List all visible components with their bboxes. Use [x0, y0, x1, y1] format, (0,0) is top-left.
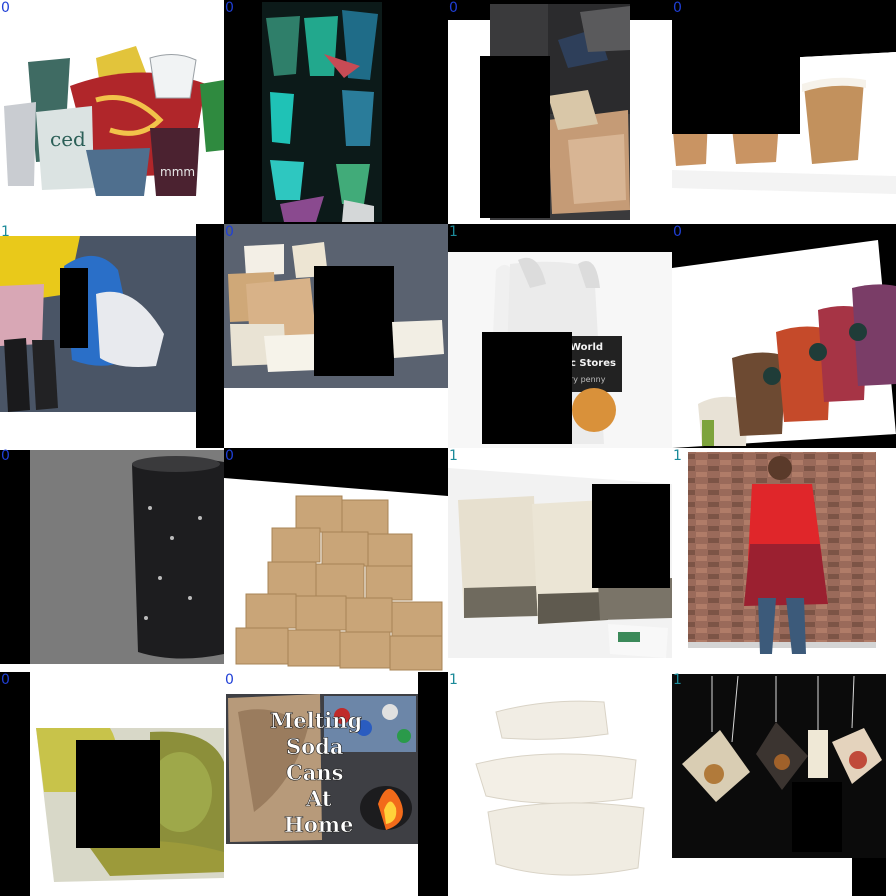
tile-tea-bags: 1 [448, 448, 672, 672]
tile-image [672, 448, 896, 672]
tile-image: Melting Soda Cans At Home [224, 672, 448, 896]
sign-line-1: World [570, 342, 603, 353]
tile-label: 0 [225, 224, 234, 240]
tile-label: 0 [673, 224, 682, 240]
tile-label: 1 [673, 672, 682, 688]
tile-label: 1 [1, 224, 10, 240]
image-grid: 0 ced mmm 0 0 0 1 0 1 World c Stores ry … [0, 0, 896, 896]
tile-label: 1 [673, 448, 682, 464]
thumb-line-1: Melting [270, 708, 363, 733]
tile-image [672, 224, 896, 448]
tile-image: World c Stores ry penny [448, 224, 672, 448]
tile-label: 0 [1, 0, 10, 16]
tile-hanging-tea-bags: 1 [672, 672, 896, 896]
tile-image [448, 448, 672, 672]
tile-pickles: 0 [0, 672, 224, 896]
tile-label: 0 [1, 672, 10, 688]
tile-image [224, 0, 448, 224]
thumb-line-3: Cans [286, 760, 343, 785]
tile-label: 0 [449, 0, 458, 16]
tile-label: 1 [449, 448, 458, 464]
tile-paper-cups: 0 ced mmm [0, 0, 224, 224]
tile-image [672, 672, 896, 896]
thumb-line-5: Home [284, 812, 353, 837]
tile-cardboard-boxes: 0 [224, 224, 448, 448]
tile-takeout-containers: 1 [448, 672, 672, 896]
tile-melting-cans: 0 Melting Soda Cans At Home [224, 672, 448, 896]
tile-alley-cardboard: 0 [448, 0, 672, 224]
tile-label: 0 [673, 0, 682, 16]
tile-white-bag: 1 World c Stores ry penny [448, 224, 672, 448]
tile-label: 0 [225, 0, 234, 16]
tile-label: 0 [225, 672, 234, 688]
tile-label: 0 [1, 448, 10, 464]
tile-image [224, 224, 448, 448]
tile-brick-wall-person: 1 [672, 448, 896, 672]
tile-label: 0 [225, 448, 234, 464]
tile-image [0, 224, 224, 448]
tile-image [0, 448, 224, 672]
cup-text: ced [50, 127, 86, 151]
tile-black-can: 0 [0, 448, 224, 672]
tile-image [448, 0, 672, 224]
tile-label: 1 [449, 672, 458, 688]
tile-image [448, 672, 672, 896]
tile-image [672, 0, 896, 224]
tile-green-cups: 0 [224, 0, 448, 224]
tile-image [224, 448, 448, 672]
thumb-line-2: Soda [286, 734, 344, 759]
tile-stacked-boxes: 0 [224, 448, 448, 672]
cup-brand: mmm [160, 165, 195, 179]
tile-image: ced mmm [0, 0, 224, 224]
sign-line-2: c Stores [570, 358, 616, 369]
thumb-line-4: At [305, 786, 332, 811]
tile-kraft-cups: 0 [672, 0, 896, 224]
tile-image [0, 672, 224, 896]
tile-plastic-bags: 1 [0, 224, 224, 448]
tile-colored-cups: 0 [672, 224, 896, 448]
tile-label: 1 [449, 224, 458, 240]
sign-line-3: ry penny [570, 375, 606, 384]
